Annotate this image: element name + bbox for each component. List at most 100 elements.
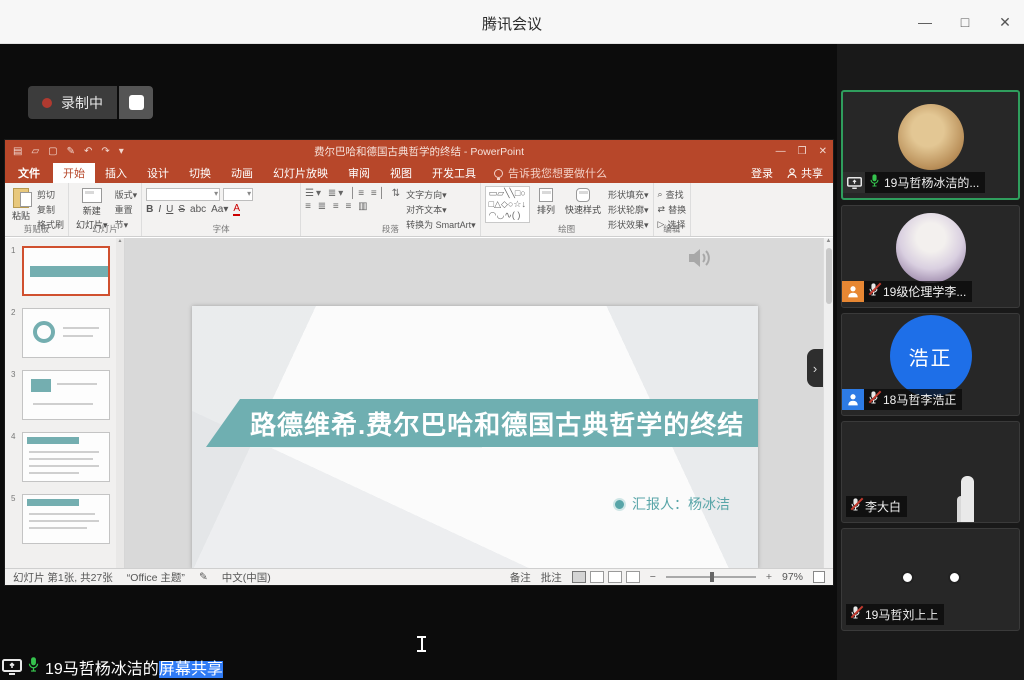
font-color-button[interactable]: A	[233, 203, 241, 216]
undo-icon[interactable]: ↶	[84, 146, 92, 157]
spellcheck-icon[interactable]: ✎	[199, 571, 208, 583]
reset-button[interactable]: 重置	[115, 203, 138, 216]
font-name-combo[interactable]	[146, 188, 221, 201]
text-direction-button[interactable]: 文字方向▾	[406, 188, 476, 201]
recording-indicator: 录制中	[28, 86, 153, 119]
shapes-gallery[interactable]: ▭▱╲╲□○ □△◇○☆↓ ◠◡∿( )	[484, 186, 530, 223]
mic-on-icon	[869, 173, 880, 193]
slideshow-icon[interactable]	[625, 571, 640, 583]
slide-sorter-icon[interactable]	[589, 571, 604, 583]
normal-view-icon[interactable]	[571, 571, 586, 583]
mic-muted-icon	[868, 390, 882, 410]
shapes-row1: ▭▱╲╲□○	[488, 188, 526, 198]
zoom-level[interactable]: 97%	[782, 571, 803, 583]
new-icon[interactable]: ▢	[48, 146, 57, 157]
language-indicator[interactable]: 中文(中国)	[222, 570, 271, 585]
zoom-out-button[interactable]: −	[650, 571, 656, 583]
underline-button[interactable]: U	[166, 204, 173, 215]
tab-animations[interactable]: 动画	[221, 163, 263, 183]
char-spacing-button[interactable]: abc	[190, 204, 206, 215]
tab-design[interactable]: 设计	[137, 163, 179, 183]
slide-thumbnail-1[interactable]: 1	[11, 246, 124, 296]
tab-review[interactable]: 审阅	[338, 163, 380, 183]
zoom-slider-thumb[interactable]	[709, 572, 714, 582]
participant-tile-5[interactable]: 19马哲刘上上	[841, 528, 1020, 631]
slide-thumbnail-5[interactable]: 5	[11, 494, 124, 544]
tab-insert[interactable]: 插入	[95, 163, 137, 183]
change-case-button[interactable]: Aa▾	[211, 204, 228, 215]
ppt-close-icon[interactable]: ✕	[819, 146, 827, 157]
bold-button[interactable]: B	[146, 204, 153, 215]
tab-home[interactable]: 开始	[53, 163, 95, 183]
participant-tile-4[interactable]: 李大白	[841, 421, 1020, 523]
ppt-body: 1 2 3 4 5 ▲ 路德维希.费尔巴哈和德国古典哲学的终结 汇报人：杨冰洁 …	[5, 238, 833, 568]
tab-file[interactable]: 文件	[5, 163, 53, 183]
person-icon	[787, 167, 797, 178]
italic-button[interactable]: I	[158, 204, 161, 215]
avatar-initials: 浩正	[908, 347, 953, 370]
layout-button[interactable]: 版式▾	[115, 188, 138, 201]
strikethrough-button[interactable]: S	[178, 204, 185, 215]
canvas-scrollbar[interactable]	[823, 238, 833, 568]
powerpoint-window: ▤ ▱ ▢ ✎ ↶ ↷ ▾ 费尔巴哈和德国古典哲学的终结 - PowerPoin…	[5, 140, 833, 585]
copy-button[interactable]: 复制	[37, 203, 64, 216]
tab-transitions[interactable]: 切换	[179, 163, 221, 183]
text-cursor	[417, 636, 426, 654]
avatar: 浩正	[889, 315, 972, 398]
comments-button[interactable]: 批注	[541, 570, 562, 585]
paragraph-icons-row1[interactable]: ☰▾ ≣▾ │≡ ≡│ ⇅	[305, 188, 402, 199]
zoom-in-button[interactable]: +	[766, 571, 772, 583]
paragraph-icons-row2[interactable]: ≡ ≣ ≡ ≡ ▥	[305, 201, 402, 212]
ppt-maximize-icon[interactable]: ❒	[798, 146, 807, 157]
participant-tile-2[interactable]: 19级伦理学李...	[841, 205, 1020, 308]
slide-thumbnail-3[interactable]: 3	[11, 370, 124, 420]
tab-developer[interactable]: 开发工具	[422, 163, 486, 183]
login-button[interactable]: 登录	[751, 165, 773, 181]
ppt-minimize-icon[interactable]: —	[776, 146, 786, 157]
arrange-button[interactable]: 排列	[534, 186, 558, 218]
reading-view-icon[interactable]	[607, 571, 622, 583]
ppt-share-label: 共享	[801, 168, 823, 180]
speaker-icon[interactable]	[687, 246, 713, 275]
shape-fill-button[interactable]: 形状填充▾	[608, 188, 649, 201]
fit-slide-icon[interactable]	[813, 571, 825, 583]
minimize-icon[interactable]: —	[914, 14, 936, 30]
slide-thumbnail-2[interactable]: 2	[11, 308, 124, 358]
paste-button[interactable]: 粘贴	[9, 186, 33, 224]
thumb-number: 4	[11, 432, 16, 441]
close-icon[interactable]: ✕	[994, 14, 1016, 31]
tab-slideshow[interactable]: 幻灯片放映	[263, 163, 338, 183]
quick-styles-button[interactable]: 快速样式	[562, 186, 604, 218]
shape-outline-button[interactable]: 形状轮廓▾	[608, 203, 649, 216]
redo-icon[interactable]: ↷	[101, 146, 109, 157]
zoom-slider[interactable]	[665, 572, 756, 582]
save-icon[interactable]: ▤	[13, 146, 22, 157]
participant-tile-3[interactable]: 浩正 18马哲李浩正	[841, 313, 1020, 416]
find-button[interactable]: ⌕ 查找	[658, 188, 687, 201]
tab-view[interactable]: 视图	[380, 163, 422, 183]
shapes-row2: □△◇○☆↓	[488, 199, 526, 209]
replace-button[interactable]: ⇄ 替换	[658, 203, 687, 216]
paragraph-group-label: 段落	[381, 224, 399, 234]
slide-thumbnail-4[interactable]: 4	[11, 432, 124, 482]
stop-recording-button[interactable]	[119, 86, 153, 119]
app-titlebar: 腾讯会议 — □ ✕	[0, 0, 1024, 44]
font-size-combo[interactable]	[223, 188, 254, 201]
align-text-button[interactable]: 对齐文本▾	[406, 203, 476, 216]
maximize-icon[interactable]: □	[954, 14, 976, 30]
participant-tile-1[interactable]: 19马哲杨冰洁的...	[841, 90, 1020, 200]
pen-icon[interactable]: ✎	[67, 146, 75, 157]
ribbon: 粘贴 剪切 复制 格式刷 剪贴板 新建 幻灯片▾ 版式▾ 重置 节▾ 幻灯片 ▾…	[5, 183, 833, 237]
sidebar-collapse-handle[interactable]: ›	[807, 349, 823, 387]
tell-me-box[interactable]: 告诉我您想要做什么	[486, 163, 615, 183]
notes-button[interactable]: 备注	[510, 570, 531, 585]
cut-button[interactable]: 剪切	[37, 188, 64, 201]
qat-dropdown-icon[interactable]: ▾	[119, 146, 124, 157]
mic-on-icon	[27, 656, 40, 678]
open-icon[interactable]: ▱	[31, 146, 39, 157]
presenter-label: 汇报人：杨冰洁	[632, 496, 730, 512]
slides-group-label: 幻灯片	[92, 224, 118, 234]
current-slide[interactable]: 路德维希.费尔巴哈和德国古典哲学的终结 汇报人：杨冰洁	[192, 306, 758, 568]
thumbnail-scrollbar[interactable]	[116, 238, 124, 568]
ppt-share-button[interactable]: 共享	[787, 165, 823, 181]
